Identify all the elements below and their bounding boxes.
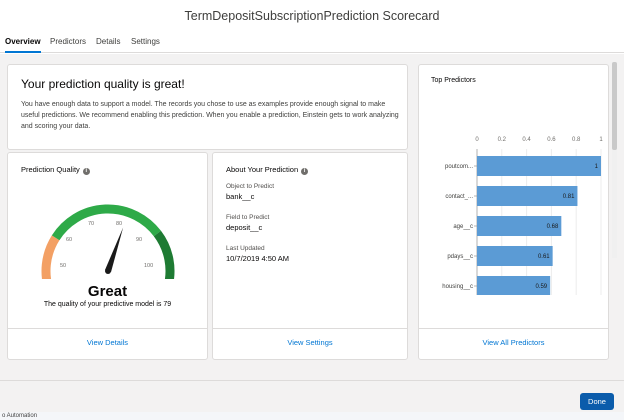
done-button[interactable]: Done: [580, 393, 614, 410]
x-tick-label: 1: [599, 137, 603, 143]
about-prediction-title-text: About Your Prediction: [226, 165, 299, 174]
gauge-segment-mid: [51, 204, 161, 241]
x-tick-label: 0.8: [572, 137, 581, 143]
field-to-predict-value: deposit__c: [226, 223, 263, 232]
gauge-tick-90: 90: [136, 237, 143, 243]
summary-heading: Your prediction quality is great!: [21, 77, 185, 91]
view-details-link[interactable]: View Details: [8, 338, 207, 347]
predictor-value-label: 0.61: [538, 254, 550, 260]
quality-gauge: [41, 204, 175, 279]
x-tick-label: 0.2: [498, 137, 507, 143]
field-to-predict-label: Field to Predict: [226, 214, 270, 221]
tab-settings[interactable]: Settings: [131, 37, 160, 51]
gauge-tick-70: 70: [88, 221, 95, 227]
predictor-category-label: contact_...: [445, 194, 473, 200]
modal-title: TermDepositSubscriptionPrediction Scorec…: [184, 9, 440, 23]
view-all-predictors-link[interactable]: View All Predictors: [419, 338, 608, 347]
summary-body: You have enough data to support a model.…: [21, 101, 399, 130]
gauge-tick-60: 60: [66, 237, 73, 243]
info-icon[interactable]: i: [301, 168, 309, 175]
about-prediction-card: About Your Prediction i Object to Predict…: [212, 152, 408, 360]
last-updated-label: Last Updated: [226, 245, 265, 252]
predictor-value-label: 0.68: [547, 224, 559, 230]
modal-footer: Done: [0, 380, 624, 412]
gauge-tick-50: 50: [60, 263, 67, 269]
top-predictors-title: Top Predictors: [431, 77, 476, 84]
x-tick-label: 0.4: [522, 137, 531, 143]
divider: [419, 328, 608, 329]
gauge-segment-high: [153, 230, 175, 279]
tab-bar: Overview Predictors Details Settings: [0, 33, 624, 53]
divider: [8, 328, 207, 329]
tab-details[interactable]: Details: [96, 37, 120, 51]
top-predictors-card: Top Predictors 0 0.2 0.4 0.6 0.8 1 poutcom... 1…: [418, 64, 609, 360]
gauge-hub: [105, 268, 111, 274]
scrollbar-thumb[interactable]: [612, 62, 617, 150]
view-settings-link[interactable]: View Settings: [213, 338, 407, 347]
tab-overview[interactable]: Overview: [5, 37, 41, 53]
predictor-bar: [477, 156, 601, 176]
gauge-needle: [104, 227, 124, 273]
gauge-tick-80: 80: [116, 221, 123, 227]
gauge-segment-low: [41, 235, 60, 279]
prediction-quality-title-text: Prediction Quality: [21, 165, 80, 174]
quality-caption: The quality of your predictive model is …: [43, 301, 172, 308]
object-to-predict-value: bank__c: [226, 192, 255, 201]
background-page-text: o Automation: [0, 412, 624, 420]
predictor-value-label: 0.59: [535, 284, 547, 290]
info-icon[interactable]: i: [82, 168, 90, 175]
last-updated-value: 10/7/2019 4:50 AM: [226, 254, 289, 263]
x-tick-label: 0.6: [547, 137, 556, 143]
prediction-quality-title: Prediction Quality i: [21, 165, 90, 175]
summary-card: Your prediction quality is great! You ha…: [7, 64, 408, 150]
x-tick-label: 0: [475, 137, 479, 143]
predictor-category-label: poutcom...: [445, 164, 473, 170]
predictor-value-label: 0.81: [563, 194, 575, 200]
about-prediction-title: About Your Prediction i: [226, 165, 309, 175]
overview-content: Your prediction quality is great! You ha…: [0, 54, 624, 380]
object-to-predict-label: Object to Predict: [226, 183, 275, 190]
predictor-category-label: pdays__c: [447, 254, 473, 260]
tab-predictors[interactable]: Predictors: [50, 37, 86, 51]
predictor-category-label: housing__c: [442, 284, 473, 290]
prediction-quality-card: Prediction Quality i 50 60 70 80 90 100 G…: [7, 152, 208, 360]
gauge-tick-100: 100: [144, 263, 154, 269]
scorecard-modal: TermDepositSubscriptionPrediction Scorec…: [0, 0, 624, 412]
predictor-category-label: age__c: [453, 224, 473, 230]
quality-rating: Great: [87, 283, 128, 300]
divider: [213, 328, 407, 329]
predictors-bar-chart: 0 0.2 0.4 0.6 0.8 1poutcom... 1contact_... 0.81…: [442, 137, 603, 295]
